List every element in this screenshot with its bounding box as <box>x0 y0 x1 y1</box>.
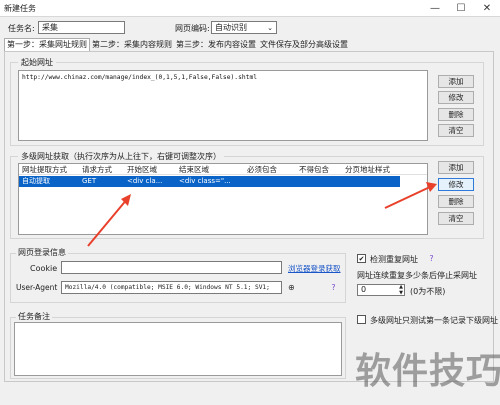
arrow-to-table-icon <box>87 197 129 247</box>
watermark: 软件技巧 <box>355 351 500 392</box>
arrow-to-edit-icon <box>384 185 433 209</box>
